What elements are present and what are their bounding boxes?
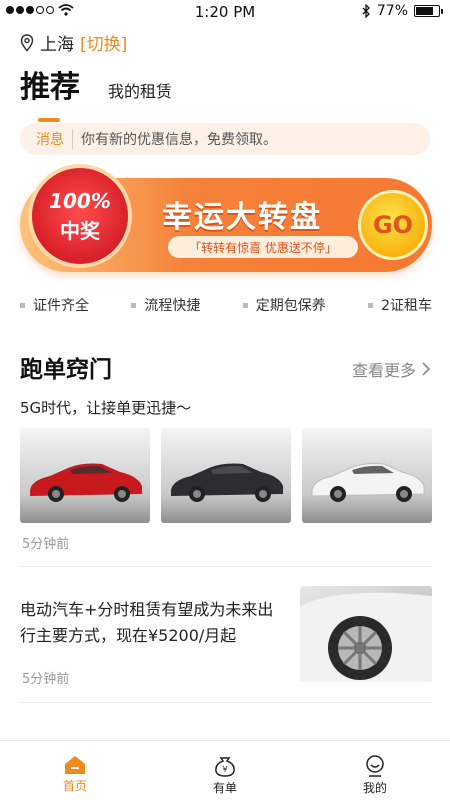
nav-orders-label: 有单	[212, 781, 237, 795]
car-image[interactable]	[302, 428, 432, 523]
car-image[interactable]	[161, 428, 291, 523]
feature-item: 定期包保养	[242, 295, 326, 315]
view-more-link[interactable]: 查看更多	[352, 357, 430, 381]
battery-icon	[414, 5, 443, 17]
notice-text: 你有新的优惠信息，免费领取。	[81, 132, 277, 148]
feature-label: 2证租车	[381, 298, 432, 314]
nav-home-label: 首页	[62, 779, 87, 793]
post-time: 5分钟前	[22, 672, 70, 687]
banner-subtitle: 「转转有惊喜 优惠送不停」	[168, 236, 358, 258]
tab-my-rentals[interactable]: 我的租赁	[108, 78, 172, 106]
switch-city-link[interactable]: [切换]	[80, 30, 127, 55]
feature-item: 2证租车	[368, 295, 432, 315]
section-subtitle: 5G时代，让接单更迅捷～	[20, 399, 192, 417]
user-icon	[366, 755, 384, 777]
feature-item: 证件齐全	[20, 295, 89, 315]
feature-list: 证件齐全 流程快捷 定期包保养 2证租车	[20, 295, 432, 315]
car-graphic	[171, 463, 283, 502]
lucky-wheel-banner[interactable]: 100% 中奖 幸运大转盘 「转转有惊喜 优惠送不停」 GO	[20, 164, 432, 272]
nav-home[interactable]: 首页	[0, 741, 150, 800]
car-graphic	[311, 463, 425, 502]
badge-percent: 100%	[49, 188, 111, 213]
post-time: 5分钟前	[22, 537, 70, 552]
nav-orders[interactable]: ¥ 有单	[150, 741, 300, 800]
car-image-row	[20, 428, 432, 523]
status-bar: 1:20 PM 77%	[0, 0, 450, 24]
tab-recommend[interactable]: 推荐	[20, 62, 80, 122]
notice-bar[interactable]: 消息 你有新的优惠信息，免费领取。	[20, 123, 430, 155]
feature-label: 流程快捷	[144, 298, 201, 314]
battery-percent: 77%	[376, 3, 408, 19]
feature-item: 流程快捷	[131, 295, 200, 315]
divider	[20, 566, 432, 567]
divider	[20, 702, 432, 703]
location-selector[interactable]: 上海 [切换]	[20, 30, 127, 55]
banner-title: 幸运大转盘	[162, 200, 322, 235]
city-name: 上海	[40, 35, 74, 55]
car-image[interactable]	[20, 428, 150, 523]
bluetooth-icon	[362, 4, 370, 18]
badge-text: 中奖	[60, 218, 100, 243]
prize-badge: 100% 中奖	[28, 164, 132, 268]
bottom-nav: 首页 ¥ 有单 我的	[0, 740, 450, 800]
view-more-label: 查看更多	[351, 361, 416, 380]
nav-mine[interactable]: 我的	[300, 741, 450, 800]
location-pin-icon	[20, 33, 34, 52]
go-button[interactable]: GO	[358, 190, 428, 260]
svg-text:¥: ¥	[222, 765, 227, 774]
top-tabs: 推荐 我的租赁	[20, 62, 172, 122]
home-icon	[65, 756, 85, 774]
nav-mine-label: 我的	[362, 781, 387, 795]
notice-tag: 消息	[36, 129, 73, 149]
section-title: 跑单窍门	[20, 357, 112, 383]
article-image[interactable]	[300, 586, 432, 682]
status-right: 77%	[361, 3, 443, 19]
car-wheel-graphic	[300, 592, 432, 682]
feature-label: 证件齐全	[33, 298, 89, 314]
article-title[interactable]: 电动汽车+分时租赁有望成为未来出行主要方式，现在¥5200/月起	[20, 597, 280, 649]
chevron-right-icon	[422, 362, 430, 376]
car-graphic	[30, 463, 142, 502]
feature-label: 定期包保养	[255, 298, 326, 314]
money-bag-icon: ¥	[215, 757, 235, 777]
